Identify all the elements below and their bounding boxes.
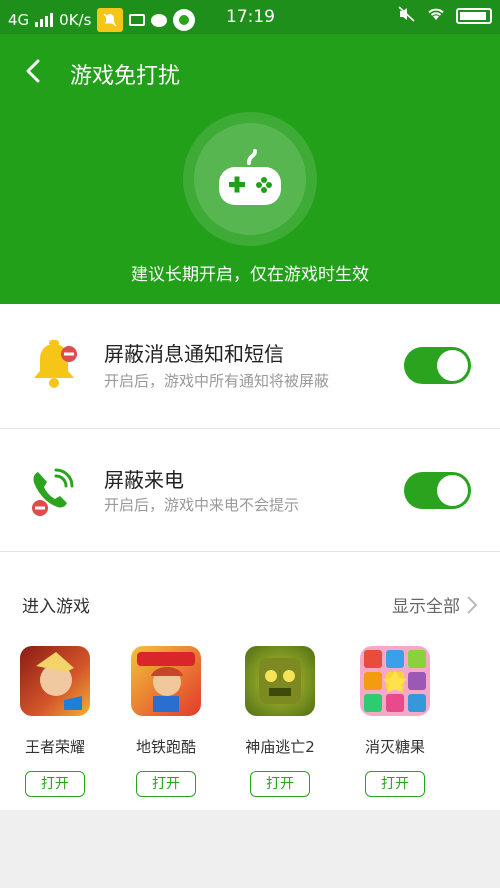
call-block-desc: 开启后，游戏中来电不会提示: [104, 496, 300, 514]
game-name: 消灭糖果: [364, 738, 425, 756]
network-type: 4G: [8, 11, 30, 29]
game-item: 王者荣耀 打开: [5, 646, 105, 797]
back-button[interactable]: [18, 56, 48, 86]
call-block-title: 屏蔽来电: [104, 468, 184, 492]
silent-notification-icon: [97, 8, 124, 32]
header: 游戏免打扰 建议长期开启，仅在游戏时生效: [0, 34, 500, 304]
game-icon[interactable]: [360, 646, 430, 716]
wifi-icon: [426, 6, 446, 26]
status-bar: 4G 0K/s 17:19: [0, 0, 500, 34]
network-speed: 0K/s: [59, 11, 92, 29]
game-item: 神庙逃亡2 打开: [230, 646, 330, 797]
game-item: 消灭糖果 打开: [345, 646, 445, 797]
notification-block-title: 屏蔽消息通知和短信: [104, 342, 284, 366]
game-name: 王者荣耀: [24, 738, 85, 756]
message-icon: [129, 14, 146, 26]
settings-card: 屏蔽消息通知和短信 开启后，游戏中所有通知将被屏蔽 屏蔽来电 开启后，游戏中来电…: [0, 304, 500, 552]
open-game-button[interactable]: 打开: [250, 771, 310, 797]
open-game-button[interactable]: 打开: [25, 771, 85, 797]
notification-block-desc: 开启后，游戏中所有通知将被屏蔽: [104, 372, 330, 390]
games-card: 进入游戏 显示全部 王者荣耀 打开 地铁跑酷 打开 神庙逃亡2 打开 消灭糖果 …: [0, 552, 500, 810]
game-name: 地铁跑酷: [135, 738, 196, 756]
notification-block-toggle[interactable]: [404, 347, 471, 384]
open-game-button[interactable]: 打开: [136, 771, 196, 797]
divider: [0, 428, 500, 429]
chevron-left-icon: [26, 59, 40, 83]
battery-icon: [456, 8, 492, 24]
phone-icon: [26, 462, 82, 518]
page-title: 游戏免打扰: [70, 64, 181, 89]
game-icon[interactable]: [131, 646, 201, 716]
gamepad-icon: [219, 149, 281, 205]
chevron-right-icon: [467, 595, 478, 614]
open-game-button[interactable]: 打开: [365, 771, 425, 797]
games-heading: 进入游戏: [22, 597, 90, 617]
chat-icon: [151, 13, 168, 27]
app-notification-icon: [173, 9, 196, 31]
show-all-link[interactable]: 显示全部: [392, 592, 478, 617]
clock: 17:19: [226, 7, 275, 27]
mute-icon: [398, 6, 416, 26]
game-icon[interactable]: [245, 646, 315, 716]
bell-icon: [26, 336, 82, 392]
show-all-label: 显示全部: [392, 597, 460, 617]
game-mode-emblem: [183, 112, 317, 246]
game-item: 地铁跑酷 打开: [116, 646, 216, 797]
game-name: 神庙逃亡2: [245, 738, 315, 756]
call-block-toggle[interactable]: [404, 472, 471, 509]
game-icon[interactable]: [20, 646, 90, 716]
signal-icon: [35, 13, 54, 27]
header-subtitle: 建议长期开启，仅在游戏时生效: [131, 265, 369, 285]
